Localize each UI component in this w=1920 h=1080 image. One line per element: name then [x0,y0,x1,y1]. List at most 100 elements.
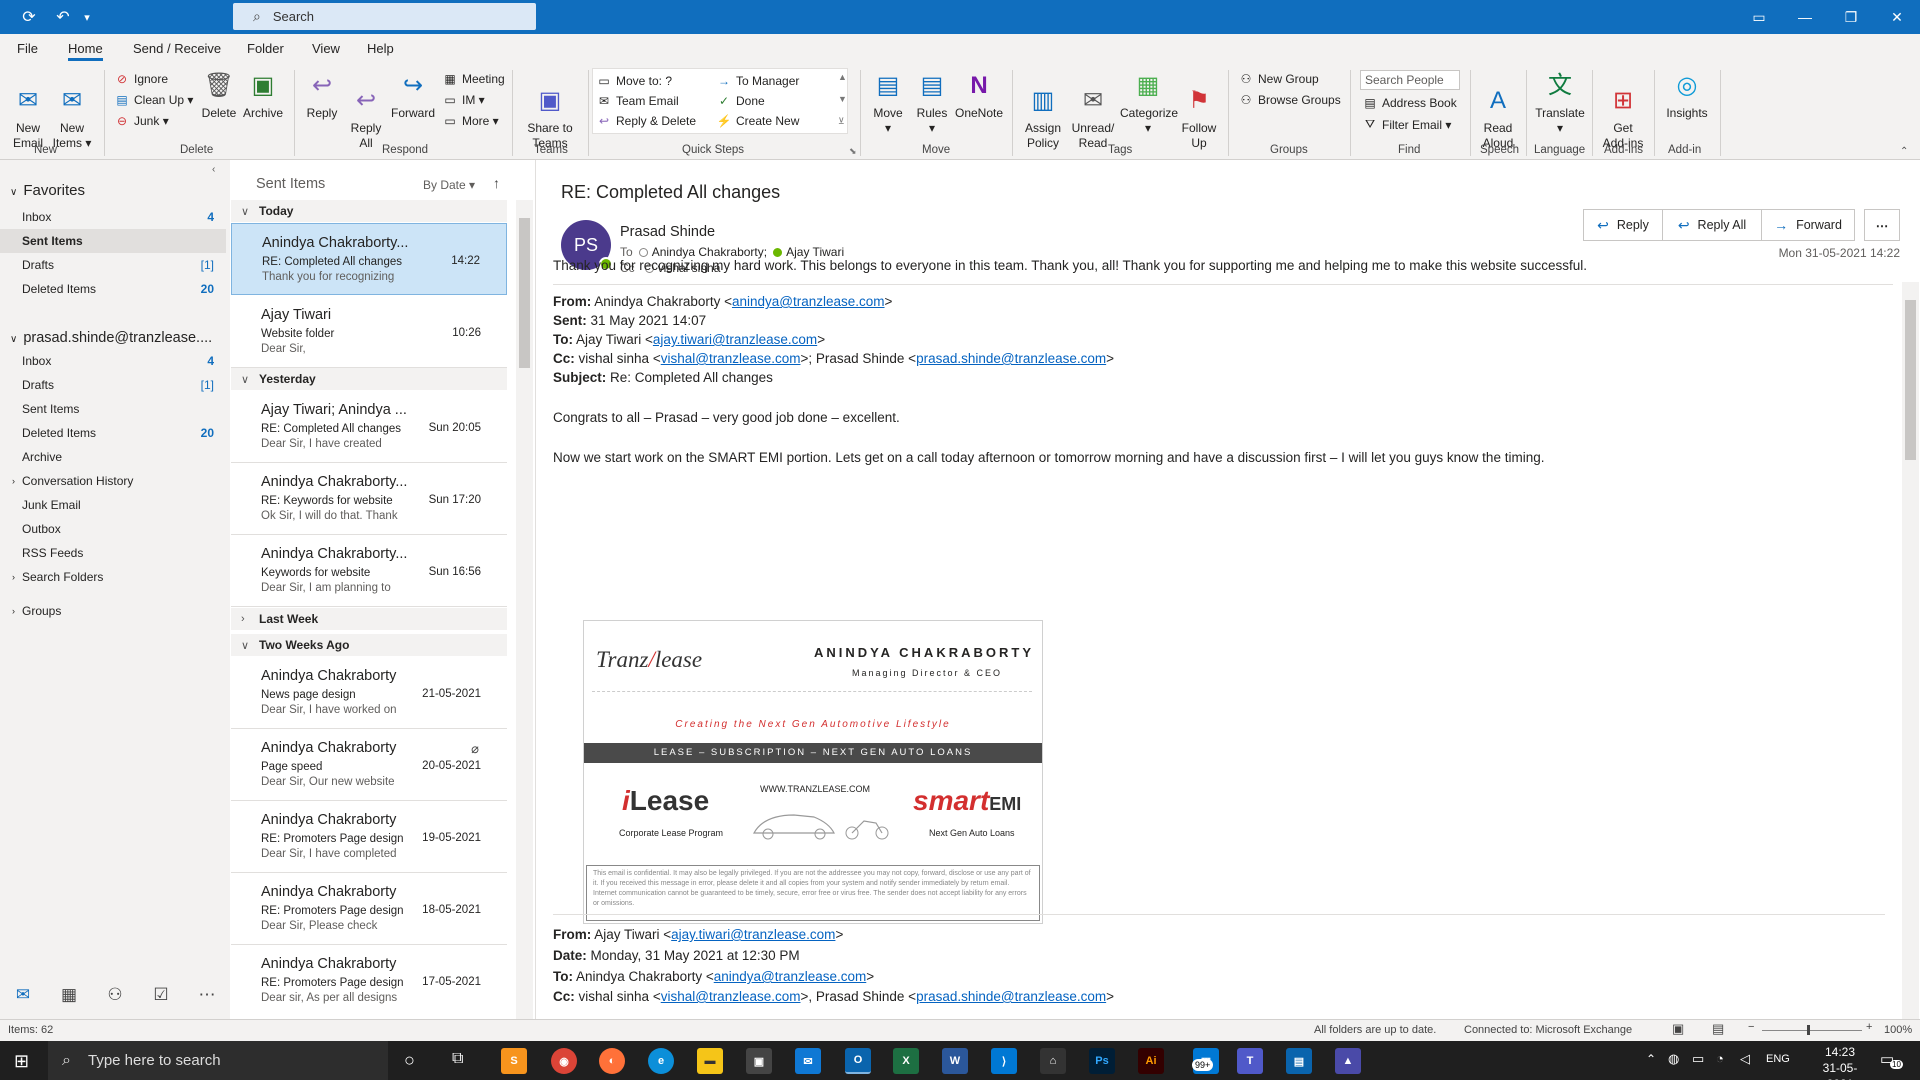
show-hidden-icons-icon[interactable]: ⌃ [1646,1052,1656,1066]
ignore-button[interactable]: ⊘ Ignore [114,72,168,86]
rules-button[interactable]: ▤ Rules ▾ [912,70,952,136]
list-item[interactable]: Anindya Chakraborty... Keywords for webs… [231,535,507,607]
folder-conversation-history[interactable]: › Conversation History [0,469,226,493]
sort-dropdown[interactable]: By Date ▾ [423,178,475,192]
ribbon-display-options-icon[interactable]: ▭ [1736,0,1782,34]
tab-home[interactable]: Home [68,41,103,61]
clock[interactable]: 14:23 31-05-2021 [1810,1044,1870,1080]
list-item[interactable]: Anindya Chakraborty RE: Promoters Page d… [231,801,507,873]
more-apps-icon[interactable]: ⋯ [184,985,230,1005]
sender-name[interactable]: Prasad Shinde [620,224,715,240]
group-header-today[interactable]: ∨ Today [231,200,507,222]
game-icon[interactable]: ⌂ [1040,1048,1066,1074]
zoom-out-icon[interactable]: − [1748,1021,1754,1033]
email-link[interactable]: vishal@tranzlease.com [661,989,801,1004]
volume-icon[interactable]: ◁ [1740,1051,1750,1067]
quick-step-create-new[interactable]: ⚡ Create New [716,114,800,128]
mail-app-icon[interactable]: ✉ [795,1048,821,1074]
gallery-down-icon[interactable]: ▼ [838,94,847,104]
word-icon[interactable]: W [942,1048,968,1074]
folder-search-folders[interactable]: › Search Folders [0,565,226,589]
outlook-secondary-icon[interactable]: ▤ [1286,1048,1312,1074]
cortana-icon[interactable]: ○ [404,1050,415,1071]
archive-button[interactable]: ▣ Archive [240,70,286,121]
list-item[interactable]: Anindya Chakraborty News page design Dea… [231,657,507,729]
people-icon[interactable]: ⚇ [92,985,138,1005]
reply-all-action-button[interactable]: ↩ Reply All [1662,209,1762,241]
email-link[interactable]: prasad.shinde@tranzlease.com [916,989,1106,1004]
new-email-button[interactable]: ✉ New Email [8,70,48,151]
sublime-text-icon[interactable]: S [501,1048,527,1074]
quick-step-to-manager[interactable]: → To Manager [716,74,799,88]
folder-sent-items[interactable]: Sent Items [0,397,226,421]
reply-button[interactable]: ↩ Reply [302,70,342,121]
illustrator-icon[interactable]: Ai [1138,1048,1164,1074]
language-indicator[interactable]: ENG [1766,1053,1790,1065]
follow-up-button[interactable]: ⚑ Follow Up [1178,70,1220,151]
unread-read-button[interactable]: ✉ Unread/ Read [1068,70,1118,151]
favorite-deleted-items[interactable]: Deleted Items 20 [0,277,226,301]
firefox-icon[interactable]: ◐ [599,1048,625,1074]
tab-view[interactable]: View [312,41,340,56]
more-respond-button[interactable]: ▭ More ▾ [442,114,498,128]
zoom-slider-thumb[interactable] [1807,1025,1810,1035]
dialog-launcher-icon[interactable]: ⬊ [849,146,857,157]
read-aloud-button[interactable]: A Read Aloud [1476,70,1520,151]
clean-up-button[interactable]: ▤ Clean Up ▾ [114,93,193,107]
collapse-pane-icon[interactable]: ‹ [212,164,215,175]
account-header[interactable]: ∨ prasad.shinde@tranzlease.... [10,330,212,346]
list-item[interactable]: Anindya Chakraborty... RE: Completed All… [231,223,507,295]
reading-scrollbar[interactable] [1902,282,1919,1020]
windows-start-icon[interactable]: ⊞ [14,1051,29,1072]
favorite-sent-items[interactable]: Sent Items [0,229,226,253]
search-box[interactable]: ⌕ Search [233,3,536,30]
list-item[interactable]: Anindya Chakraborty RE: Promoters Page d… [231,945,507,1015]
forward-button[interactable]: ↪ Forward [390,70,436,121]
outlook-icon[interactable]: O [845,1048,871,1074]
quick-step-move-to[interactable]: ▭ Move to: ? [596,74,672,88]
list-item[interactable]: Anindya Chakraborty ⌀ Page speed Dear Si… [231,729,507,801]
group-header-last-week[interactable]: › Last Week [231,608,507,630]
tab-help[interactable]: Help [367,41,394,56]
folder-deleted-items[interactable]: Deleted Items 20 [0,421,226,445]
list-item[interactable]: Ajay Tiwari Website folder Dear Sir, 10:… [231,296,507,368]
vscode-icon[interactable]: ⟩ [991,1048,1017,1074]
calendar-icon[interactable]: ▦ [46,985,92,1005]
list-item[interactable]: Anindya Chakraborty RE: Promoters Page d… [231,873,507,945]
sync-icon[interactable]: ⟳ [12,0,46,34]
favorites-header[interactable]: ∨ Favorites [10,182,85,199]
excel-icon[interactable]: X [893,1048,919,1074]
folder-drafts[interactable]: Drafts [1] [0,373,226,397]
chevron-right-icon[interactable]: › [12,572,15,582]
tab-folder[interactable]: Folder [247,41,284,56]
tab-send-receive[interactable]: Send / Receive [133,41,221,56]
tray-app-icon[interactable]: ◍ [1668,1051,1679,1067]
search-people-input[interactable]: Search People [1360,70,1460,90]
battery-icon[interactable]: ▭ [1692,1051,1704,1067]
group-header-yesterday[interactable]: ∨ Yesterday [231,368,507,390]
onenote-button[interactable]: N OneNote [954,70,1004,121]
customize-toolbar-icon[interactable]: ▾ [70,0,104,34]
email-link[interactable]: anindya@tranzlease.com [714,969,867,984]
normal-view-icon[interactable]: ▣ [1672,1021,1684,1037]
reply-all-button[interactable]: ↩ Reply All [346,70,386,151]
folder-junk-email[interactable]: Junk Email [0,493,226,517]
list-scrollbar-thumb[interactable] [519,218,530,368]
quick-step-team-email[interactable]: ✉ Team Email [596,94,679,108]
group-header-two-weeks-ago[interactable]: ∨ Two Weeks Ago [231,634,507,656]
edge-icon[interactable]: e [648,1048,674,1074]
folder-rss-feeds[interactable]: RSS Feeds [0,541,226,565]
im-button[interactable]: ▭ IM ▾ [442,93,484,107]
address-book-button[interactable]: ▤ Address Book [1362,96,1456,110]
favorite-inbox[interactable]: Inbox 4 [0,205,226,229]
minimize-button[interactable]: — [1782,0,1828,34]
zoom-slider[interactable] [1762,1030,1862,1031]
new-items-button[interactable]: ✉ New Items ▾ [50,70,94,151]
get-addins-button[interactable]: ⊞ Get Add-ins [1600,70,1646,151]
insights-button[interactable]: ◎ Insights [1662,70,1712,121]
chevron-right-icon[interactable]: › [12,606,15,616]
reading-view-icon[interactable]: ▤ [1712,1021,1724,1037]
zoom-level[interactable]: 100% [1884,1024,1912,1036]
tab-file[interactable]: File [17,41,38,56]
photoshop-icon[interactable]: Ps [1089,1048,1115,1074]
